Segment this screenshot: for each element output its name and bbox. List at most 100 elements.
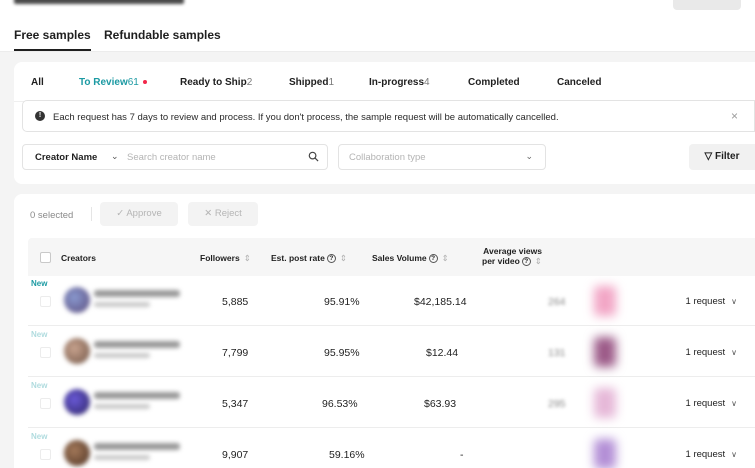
header-post-rate[interactable]: Est. post rate? ⇕ [271,253,347,264]
sort-icon[interactable]: ⇕ [244,253,251,263]
filter-button[interactable]: ▽ Filter [689,144,755,170]
help-icon[interactable]: ? [521,257,531,267]
request-dropdown[interactable]: 1 request ∨ [686,347,737,358]
tab-in-progress[interactable]: In-progress4 [369,77,430,88]
filter-icon: ▽ [704,151,713,162]
row-checkbox[interactable] [40,347,51,358]
request-dropdown[interactable]: 1 request ∨ [686,398,737,409]
avatar [64,338,90,364]
post-rate-value: 59.16% [329,449,365,461]
followers-value: 5,347 [222,398,249,410]
table-row[interactable]: New 9,907 59.16% - 1 request ∨ [28,429,755,468]
row-checkbox[interactable] [40,449,51,460]
new-badge: New [31,279,48,288]
header-sales-volume[interactable]: Sales Volume? ⇕ [372,253,449,264]
table-row[interactable]: New 5,885 95.91% $42,185.14 264 1 reques… [28,276,755,326]
video-thumbnail [594,439,616,468]
sales-volume-value: $63.93 [424,398,457,410]
tab-ready-to-ship[interactable]: Ready to Ship2 [180,77,252,88]
chevron-down-icon[interactable]: ⌄ [111,151,119,162]
reject-button[interactable]: ✕ Reject [188,202,258,226]
collaboration-type-select[interactable]: Collaboration type ⌄ [338,144,546,170]
search-input[interactable] [127,150,307,165]
sales-volume-value: - [460,449,464,461]
tab-canceled[interactable]: Canceled [557,77,601,88]
request-dropdown[interactable]: 1 request ∨ [686,449,737,460]
help-icon[interactable]: ? [428,254,438,264]
x-icon: ✕ [204,208,213,219]
avatar [64,440,90,466]
average-views-value: 131 [548,347,566,359]
tab-refundable-samples[interactable]: Refundable samples [104,28,221,42]
divider [91,207,92,221]
followers-value: 7,799 [222,347,249,359]
tab-free-samples[interactable]: Free samples [14,28,91,51]
tab-to-review[interactable]: To Review61 [72,72,154,93]
chevron-down-icon: ∨ [731,297,737,306]
followers-value: 9,907 [222,449,249,461]
requests-card: All To Review61 Ready to Ship2 Shipped1 … [14,62,755,184]
check-icon: ✓ [116,208,125,219]
sort-icon[interactable]: ⇕ [340,253,347,263]
post-rate-value: 96.53% [322,398,358,410]
tab-all[interactable]: All [31,77,44,88]
average-views-value: 264 [548,296,566,308]
creator-name [94,443,180,450]
table-row[interactable]: New 7,799 95.95% $12.44 131 1 request ∨ [28,327,755,377]
header-average-views[interactable]: Average views per video? ⇕ [482,246,542,267]
creator-handle [94,455,150,460]
page-header-strip [0,0,755,10]
sort-icon[interactable]: ⇕ [442,253,449,263]
filter-row: Creator Name ⌄ Collaboration type ⌄ ▽ Fi… [22,144,755,172]
chevron-down-icon: ∨ [731,399,737,408]
sales-volume-value: $12.44 [426,347,459,359]
creator-search: Creator Name ⌄ [22,144,328,170]
close-icon[interactable]: × [731,109,738,123]
search-icon[interactable] [308,151,319,165]
video-thumbnail [594,286,616,316]
avatar [64,287,90,313]
post-rate-value: 95.91% [324,296,360,308]
creator-name [94,341,180,348]
video-thumbnail [594,337,616,367]
row-checkbox[interactable] [40,296,51,307]
creator-handle [94,353,150,358]
chevron-down-icon: ∨ [731,348,737,357]
bulk-actions-bar: 0 selected ✓ Approve ✕ Reject [14,194,755,234]
status-tabs: All To Review61 Ready to Ship2 Shipped1 … [14,62,755,102]
creator-name [94,290,180,297]
unread-dot [142,80,147,85]
creator-name [94,392,180,399]
page-title [14,0,184,4]
post-rate-value: 95.95% [324,347,360,359]
help-icon[interactable]: ? [326,254,336,264]
notice-message: Each request has 7 days to review and pr… [53,112,559,123]
avatar [64,389,90,415]
request-table-card: 0 selected ✓ Approve ✕ Reject Creators F… [14,194,755,468]
table-header: Creators Followers ⇕ Est. post rate? ⇕ Sal… [28,238,755,276]
sort-icon[interactable]: ⇕ [535,256,542,266]
creator-handle [94,404,150,409]
select-all-checkbox[interactable] [40,252,51,263]
new-badge: New [31,381,48,390]
review-notice-banner: ! Each request has 7 days to review and … [22,100,755,132]
followers-value: 5,885 [222,296,249,308]
sales-volume-value: $42,185.14 [414,296,467,308]
search-type-select[interactable]: Creator Name [35,152,97,163]
tab-completed[interactable]: Completed [468,77,520,88]
tab-shipped[interactable]: Shipped1 [289,77,334,88]
creator-handle [94,302,150,307]
header-followers[interactable]: Followers ⇕ [200,253,251,264]
approve-button[interactable]: ✓ Approve [100,202,178,226]
selected-count: 0 selected [30,210,74,221]
row-checkbox[interactable] [40,398,51,409]
collaboration-type-placeholder: Collaboration type [349,152,426,163]
new-badge: New [31,330,48,339]
header-action-button[interactable] [673,0,741,10]
table-row[interactable]: New 5,347 96.53% $63.93 295 1 request ∨ [28,378,755,428]
chevron-down-icon: ∨ [731,450,737,459]
request-dropdown[interactable]: 1 request ∨ [686,296,737,307]
chevron-down-icon: ⌄ [525,151,533,161]
info-icon: ! [35,111,45,121]
sample-type-tabs: Free samples Refundable samples [0,10,755,52]
